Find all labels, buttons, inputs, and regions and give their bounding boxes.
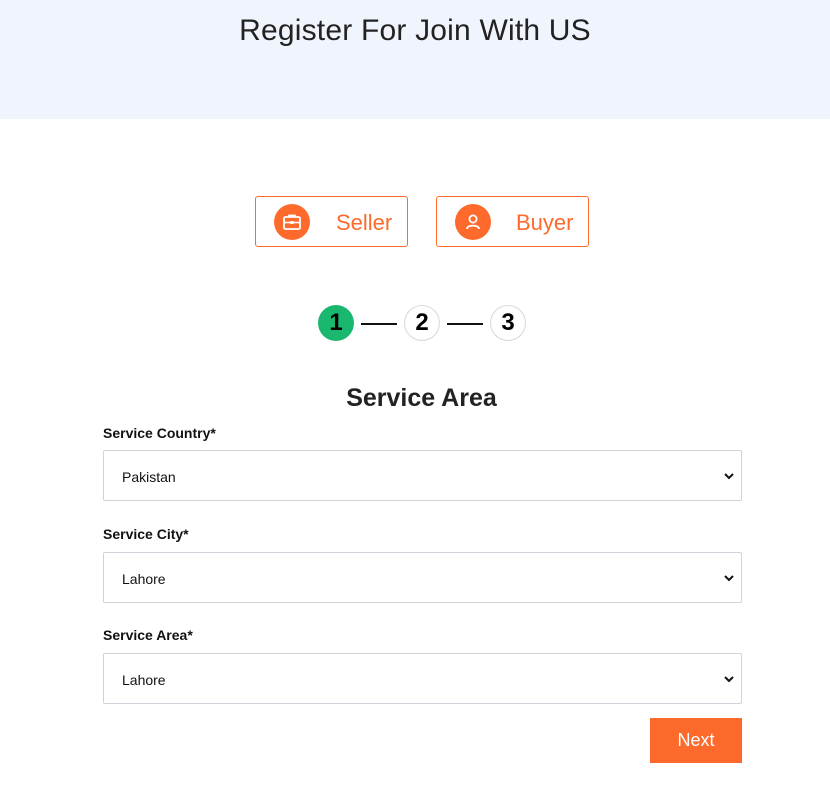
buyer-button[interactable]: Buyer (436, 196, 589, 247)
step-3-indicator: 3 (490, 305, 526, 341)
page-title: Register For Join With US (239, 14, 591, 47)
service-country-label: Service Country* (103, 425, 216, 441)
step-2-indicator: 2 (404, 305, 440, 341)
chevron-down-icon (724, 575, 734, 582)
chevron-down-icon (724, 473, 734, 480)
step-connector (361, 323, 397, 325)
section-title: Service Area (346, 384, 497, 412)
page-header: Register For Join With US (0, 0, 830, 119)
step-connector (447, 323, 483, 325)
next-button[interactable]: Next (650, 718, 742, 763)
seller-label: Seller (336, 210, 393, 235)
service-country-select[interactable]: Pakistan (103, 450, 742, 501)
service-area-value: Lahore (122, 672, 166, 688)
seller-button[interactable]: Seller (255, 196, 408, 247)
service-area-label: Service Area* (103, 627, 193, 643)
service-city-label: Service City* (103, 526, 189, 542)
buyer-label: Buyer (516, 210, 574, 235)
service-city-value: Lahore (122, 571, 166, 587)
step-1-indicator: 1 (318, 305, 354, 341)
service-city-select[interactable]: Lahore (103, 552, 742, 603)
chevron-down-icon (724, 676, 734, 683)
service-country-value: Pakistan (122, 469, 176, 485)
service-area-select[interactable]: Lahore (103, 653, 742, 704)
user-icon (455, 204, 491, 240)
briefcase-icon (274, 204, 310, 240)
